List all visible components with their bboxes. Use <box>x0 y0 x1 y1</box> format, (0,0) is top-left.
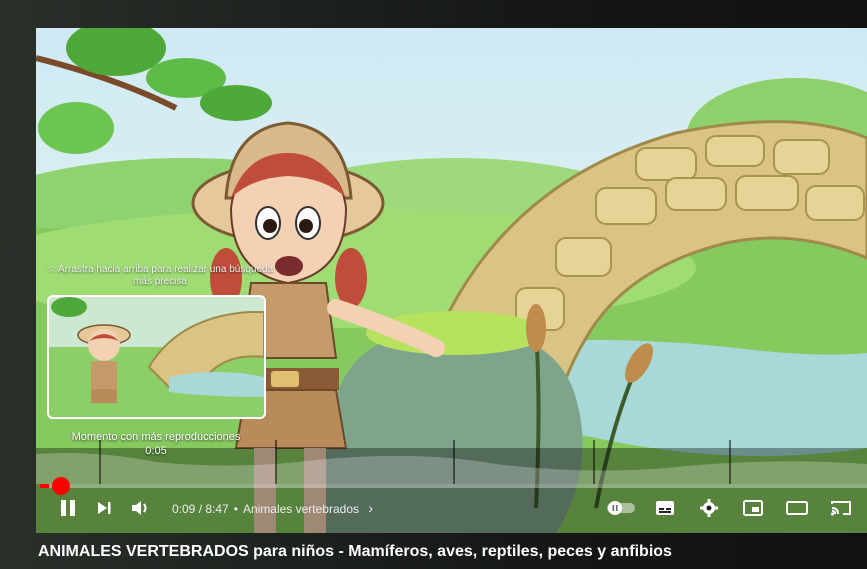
theater-mode-button[interactable] <box>775 490 819 526</box>
duration: 8:47 <box>205 502 229 516</box>
current-time: 0:09 <box>172 502 196 516</box>
chevron-right-icon[interactable]: › <box>368 500 373 516</box>
time-display: 0:09 / 8:47 • Animales vertebrados › <box>172 500 373 516</box>
next-icon <box>98 502 111 514</box>
seek-preview-thumbnail <box>47 295 266 419</box>
preview-image <box>49 297 264 417</box>
autoplay-toggle[interactable] <box>599 490 643 526</box>
autoplay-toggle-icon <box>607 501 635 515</box>
time-separator: / <box>195 502 206 516</box>
settings-button[interactable] <box>687 490 731 526</box>
next-button[interactable] <box>86 490 122 526</box>
progress-played <box>40 484 50 488</box>
chapter-title[interactable]: Animales vertebrados <box>243 502 359 516</box>
right-controls <box>599 490 863 526</box>
dot-separator: • <box>233 502 238 516</box>
video-title[interactable]: ANIMALES VERTEBRADOS para niños - Mamífe… <box>38 543 863 561</box>
pause-icon <box>61 500 75 516</box>
theater-mode-icon <box>786 501 808 515</box>
subtitles-button[interactable] <box>643 490 687 526</box>
subtitles-icon <box>656 501 674 515</box>
player-controls: 0:09 / 8:47 • Animales vertebrados › <box>36 490 867 526</box>
volume-button[interactable] <box>122 490 158 526</box>
drag-search-hint: ☆ Arrastra hacia arriba para realizar un… <box>46 264 274 287</box>
cast-icon <box>831 501 851 516</box>
miniplayer-button[interactable] <box>731 490 775 526</box>
pause-button[interactable] <box>50 490 86 526</box>
volume-icon <box>132 501 147 515</box>
most-replayed-heatmap <box>36 440 867 484</box>
cast-button[interactable] <box>819 490 863 526</box>
progress-bar[interactable] <box>40 484 867 488</box>
miniplayer-icon <box>743 500 763 516</box>
gear-icon <box>700 499 718 517</box>
